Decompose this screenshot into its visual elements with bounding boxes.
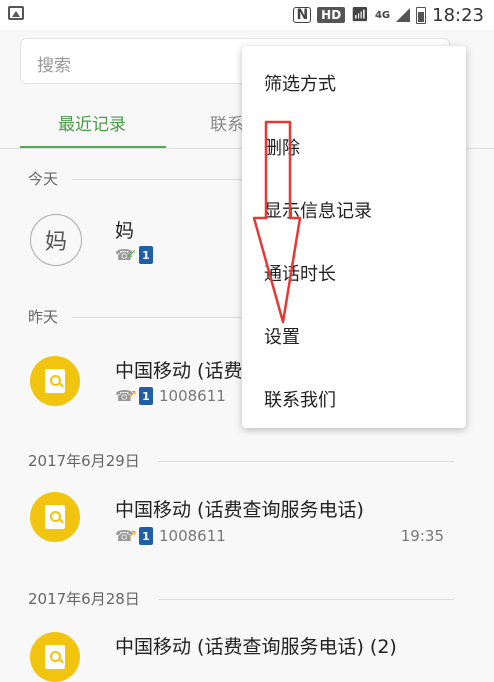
battery-icon <box>416 6 427 24</box>
avatar <box>30 356 80 406</box>
section-header-date: 2017年6月29日 <box>28 452 140 470</box>
4g-icon: 4G <box>374 9 391 21</box>
divider <box>72 317 242 318</box>
overflow-menu: 筛选方式 删除 显示信息记录 通话时长 设置 联系我们 <box>242 46 466 428</box>
avatar: 妈 <box>30 214 82 266</box>
search-placeholder: 搜索 <box>37 56 71 76</box>
phone-number: 1008611 <box>159 387 226 405</box>
status-bar: N HD 📶︎ 4G 18:23 <box>0 0 494 30</box>
outgoing-call-icon: ☎︎ ↗ <box>115 387 137 405</box>
menu-item-call-duration[interactable]: 通话时长 <box>264 260 336 286</box>
incoming-call-icon: ☎︎ ↙ <box>115 246 137 264</box>
menu-item-contact-us[interactable]: 联系我们 <box>264 386 336 412</box>
contact-name: 妈 <box>115 220 135 242</box>
menu-item-filter[interactable]: 筛选方式 <box>264 70 336 96</box>
signal-icon <box>396 8 411 22</box>
sim-badge: 1 <box>139 527 153 545</box>
image-icon <box>8 6 24 20</box>
wifi-icon: 📶︎ <box>351 7 369 23</box>
call-meta: ☎︎ ↗ 1 1008611 <box>115 386 226 406</box>
menu-item-delete[interactable]: 删除 <box>264 134 300 160</box>
outgoing-call-icon: ☎︎ ↗ <box>115 527 137 545</box>
sim-badge: 1 <box>139 387 153 405</box>
tab-recent[interactable]: 最近记录 <box>58 110 126 135</box>
section-header-yesterday: 昨天 <box>28 308 59 326</box>
contact-name: 中国移动 (话费 <box>115 360 243 382</box>
menu-item-settings[interactable]: 设置 <box>264 323 300 349</box>
clock: 18:23 <box>432 4 484 26</box>
hd-icon: HD <box>317 7 346 23</box>
section-header-today: 今天 <box>28 170 59 188</box>
avatar <box>30 492 80 542</box>
call-time: 19:35 <box>400 527 444 545</box>
menu-item-show-messages[interactable]: 显示信息记录 <box>264 197 372 223</box>
tab-contacts[interactable]: 联系 <box>210 110 244 135</box>
phone-number: 1008611 <box>159 527 226 545</box>
nfc-icon: N <box>293 7 312 23</box>
sim-badge: 1 <box>139 246 153 264</box>
avatar <box>30 632 80 682</box>
status-icons: N HD 📶︎ 4G 18:23 <box>293 3 484 27</box>
divider <box>158 461 454 462</box>
contact-book-icon <box>45 369 65 393</box>
contact-book-icon <box>45 505 65 529</box>
contact-name: 中国移动 (话费查询服务电话) <box>115 499 364 521</box>
divider <box>158 599 454 600</box>
call-meta: ☎︎ ↙ 1 <box>115 245 153 265</box>
contact-book-icon <box>45 645 65 669</box>
section-header-date: 2017年6月28日 <box>28 590 140 608</box>
call-meta: ☎︎ ↗ 1 1008611 <box>115 526 226 546</box>
